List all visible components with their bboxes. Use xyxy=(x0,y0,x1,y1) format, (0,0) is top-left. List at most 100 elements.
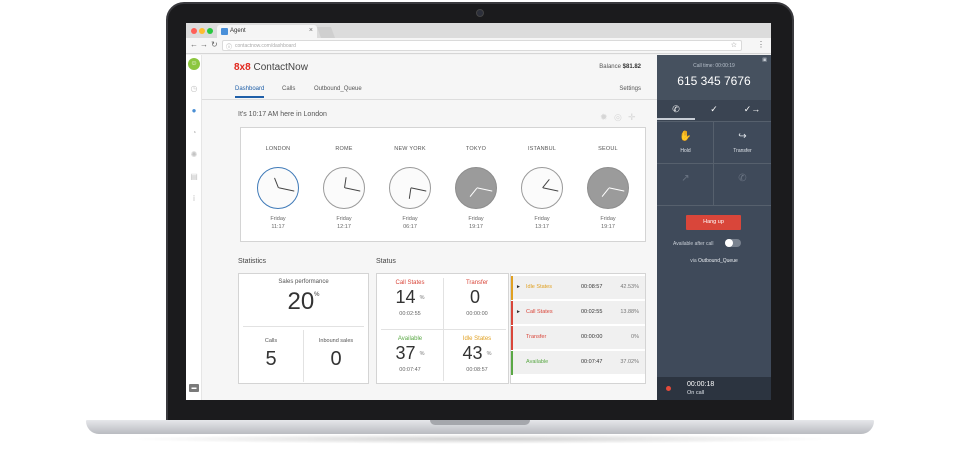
clock-london: LONDON Friday 11:17 xyxy=(245,128,311,241)
status-cell: Idle States 43% 00:08:57 xyxy=(444,330,510,385)
check-icon[interactable]: ✓ xyxy=(695,104,733,115)
disabled-action-button[interactable]: ↗ xyxy=(657,164,714,206)
back-icon[interactable]: ← xyxy=(190,40,198,49)
calls-label: Calls xyxy=(264,338,278,344)
reports-icon[interactable]: ◔ xyxy=(189,128,199,138)
tab-close-icon[interactable]: × xyxy=(309,27,313,34)
recording-dot-icon xyxy=(666,386,671,391)
info-icon[interactable]: ⓘ xyxy=(226,42,232,51)
settings-icon[interactable]: ✺ xyxy=(189,150,199,160)
laptop-shadow xyxy=(120,434,840,444)
on-call-time: 00:00:18 xyxy=(687,381,715,388)
hold-icon: ✋ xyxy=(679,131,692,142)
call-number: 615 345 7676 xyxy=(677,74,751,88)
clock-day: Friday xyxy=(336,216,352,222)
browser-menu-icon[interactable]: ⋮ xyxy=(757,40,765,49)
forward-icon[interactable]: → xyxy=(200,40,208,49)
status-cell-time: 00:07:47 xyxy=(399,367,421,373)
sales-performance-value: 20% xyxy=(239,288,368,316)
status-cell-unit: % xyxy=(419,295,425,302)
statistics-title: Statistics xyxy=(238,258,267,265)
calls-value: 5 xyxy=(265,348,277,370)
screen: Agent × ← → ↻ ⓘ contactnow.com/dashboard… xyxy=(186,23,771,400)
phone-icon[interactable]: ✆ xyxy=(657,104,695,120)
via-queue-name[interactable]: Outbound_Queue xyxy=(698,258,738,264)
laptop-notch xyxy=(430,420,530,425)
expand-arrow-icon[interactable]: ► xyxy=(516,309,521,315)
clock-city: TOKYO xyxy=(465,146,487,152)
history-icon[interactable]: ◷ xyxy=(189,84,199,94)
clock-face xyxy=(521,167,563,209)
status-cell-unit: % xyxy=(419,351,425,358)
expand-arrow-icon[interactable]: ► xyxy=(516,284,521,290)
plus-icon[interactable]: ✛ xyxy=(628,112,636,123)
via-prefix: via xyxy=(690,258,697,264)
clock-face xyxy=(389,167,431,209)
available-after-call-toggle[interactable] xyxy=(725,239,741,247)
status-cell-unit: % xyxy=(486,351,492,358)
info-rail-icon[interactable]: ⅰ xyxy=(189,194,199,204)
reload-icon[interactable]: ↻ xyxy=(211,40,218,49)
clock-minute-hand xyxy=(608,187,625,193)
tab-settings[interactable]: Settings xyxy=(619,86,641,92)
gear-icon[interactable]: ✹ xyxy=(600,112,608,123)
window-minimize-dot[interactable] xyxy=(199,28,205,34)
via-queue: via Outbound_Queue xyxy=(657,258,771,264)
statistics-panel: Sales performance 20% Calls 5 Inbound sa… xyxy=(238,273,369,384)
status-cell: Available 37% 00:07:47 xyxy=(377,330,443,385)
sales-performance-label: Sales performance xyxy=(278,279,329,285)
agent-icon[interactable]: ● xyxy=(189,106,199,116)
agent-status-icon[interactable]: ☺ xyxy=(188,58,200,70)
window-zoom-dot[interactable] xyxy=(207,28,213,34)
product-shot: Agent × ← → ↻ ⓘ contactnow.com/dashboard… xyxy=(0,0,960,455)
hang-up-button[interactable]: Hang up xyxy=(686,215,741,230)
disabled-action-button[interactable]: ✆ xyxy=(714,164,771,206)
browser-tab-title: Agent xyxy=(230,28,246,34)
address-bar[interactable]: ⓘ contactnow.com/dashboard ☆ xyxy=(222,40,742,51)
sales-performance-number: 20 xyxy=(287,288,315,315)
status-cell: Call States 14% 00:02:55 xyxy=(377,274,443,329)
clock-hour-hand xyxy=(601,187,610,198)
hold-button[interactable]: ✋ Hold xyxy=(657,122,714,164)
clock-hour-hand xyxy=(469,187,478,198)
clock-time: 06:17 xyxy=(403,224,417,230)
check-forward-icon[interactable]: ✓→ xyxy=(733,104,771,115)
clock-hour-hand xyxy=(408,187,412,199)
status-cell-value: 43% xyxy=(444,343,510,364)
available-after-call-label: Available after call xyxy=(673,241,714,247)
state-color-bar xyxy=(511,326,513,350)
status-cell-label: Idle States xyxy=(462,336,492,342)
clock-minute-hand xyxy=(278,187,295,193)
clock-time: 12:17 xyxy=(337,224,351,230)
globe-icon[interactable]: ◎ xyxy=(614,112,622,123)
clock-tokyo: TOKYO Friday 19:17 xyxy=(443,128,509,241)
state-list: ► Idle States 00:08:57 42.53% ► Call States 00… xyxy=(510,273,646,384)
contacts-icon[interactable]: ▤ xyxy=(189,172,199,182)
state-name: Idle States xyxy=(526,284,552,290)
browser-toolbar: ← → ↻ ⓘ contactnow.com/dashboard ☆ ⋮ xyxy=(186,38,771,54)
tab-dashboard[interactable]: Dashboard xyxy=(235,86,265,98)
clock-day: Friday xyxy=(270,216,286,222)
hold-label: Hold xyxy=(680,148,691,154)
clock-istanbul: ISTANBUL Friday 13:17 xyxy=(509,128,575,241)
state-color-bar xyxy=(511,276,513,300)
state-row[interactable]: Transfer 00:00:00 0% xyxy=(511,326,645,350)
brand-logo: 8x8 ContactNow xyxy=(234,62,308,73)
bookmark-star-icon[interactable]: ☆ xyxy=(731,41,737,49)
tab-calls[interactable]: Calls xyxy=(282,86,295,92)
new-tab-button[interactable] xyxy=(316,27,336,38)
window-close-dot[interactable] xyxy=(191,28,197,34)
status-cell-number: 43 xyxy=(462,343,483,363)
state-row[interactable]: Available 00:07:47 37.02% xyxy=(511,351,645,375)
state-row[interactable]: ► Idle States 00:08:57 42.53% xyxy=(511,276,645,300)
status-cell-time: 00:08:57 xyxy=(466,367,488,373)
state-row[interactable]: ► Call States 00:02:55 13.88% xyxy=(511,301,645,325)
call-header: ▣ Call time: 00:00:19 615 345 7676 xyxy=(657,55,771,100)
call-time: Call time: 00:00:19 xyxy=(693,63,735,69)
clock-city: LONDON xyxy=(265,146,291,152)
transfer-button[interactable]: ↪ Transfer xyxy=(714,122,771,164)
tab-outbound-queue[interactable]: Outbound_Queue xyxy=(314,86,362,92)
browser-tab[interactable]: Agent × xyxy=(217,25,317,38)
chat-icon[interactable]: ▬ xyxy=(189,384,199,392)
clock-minute-hand xyxy=(410,187,427,193)
